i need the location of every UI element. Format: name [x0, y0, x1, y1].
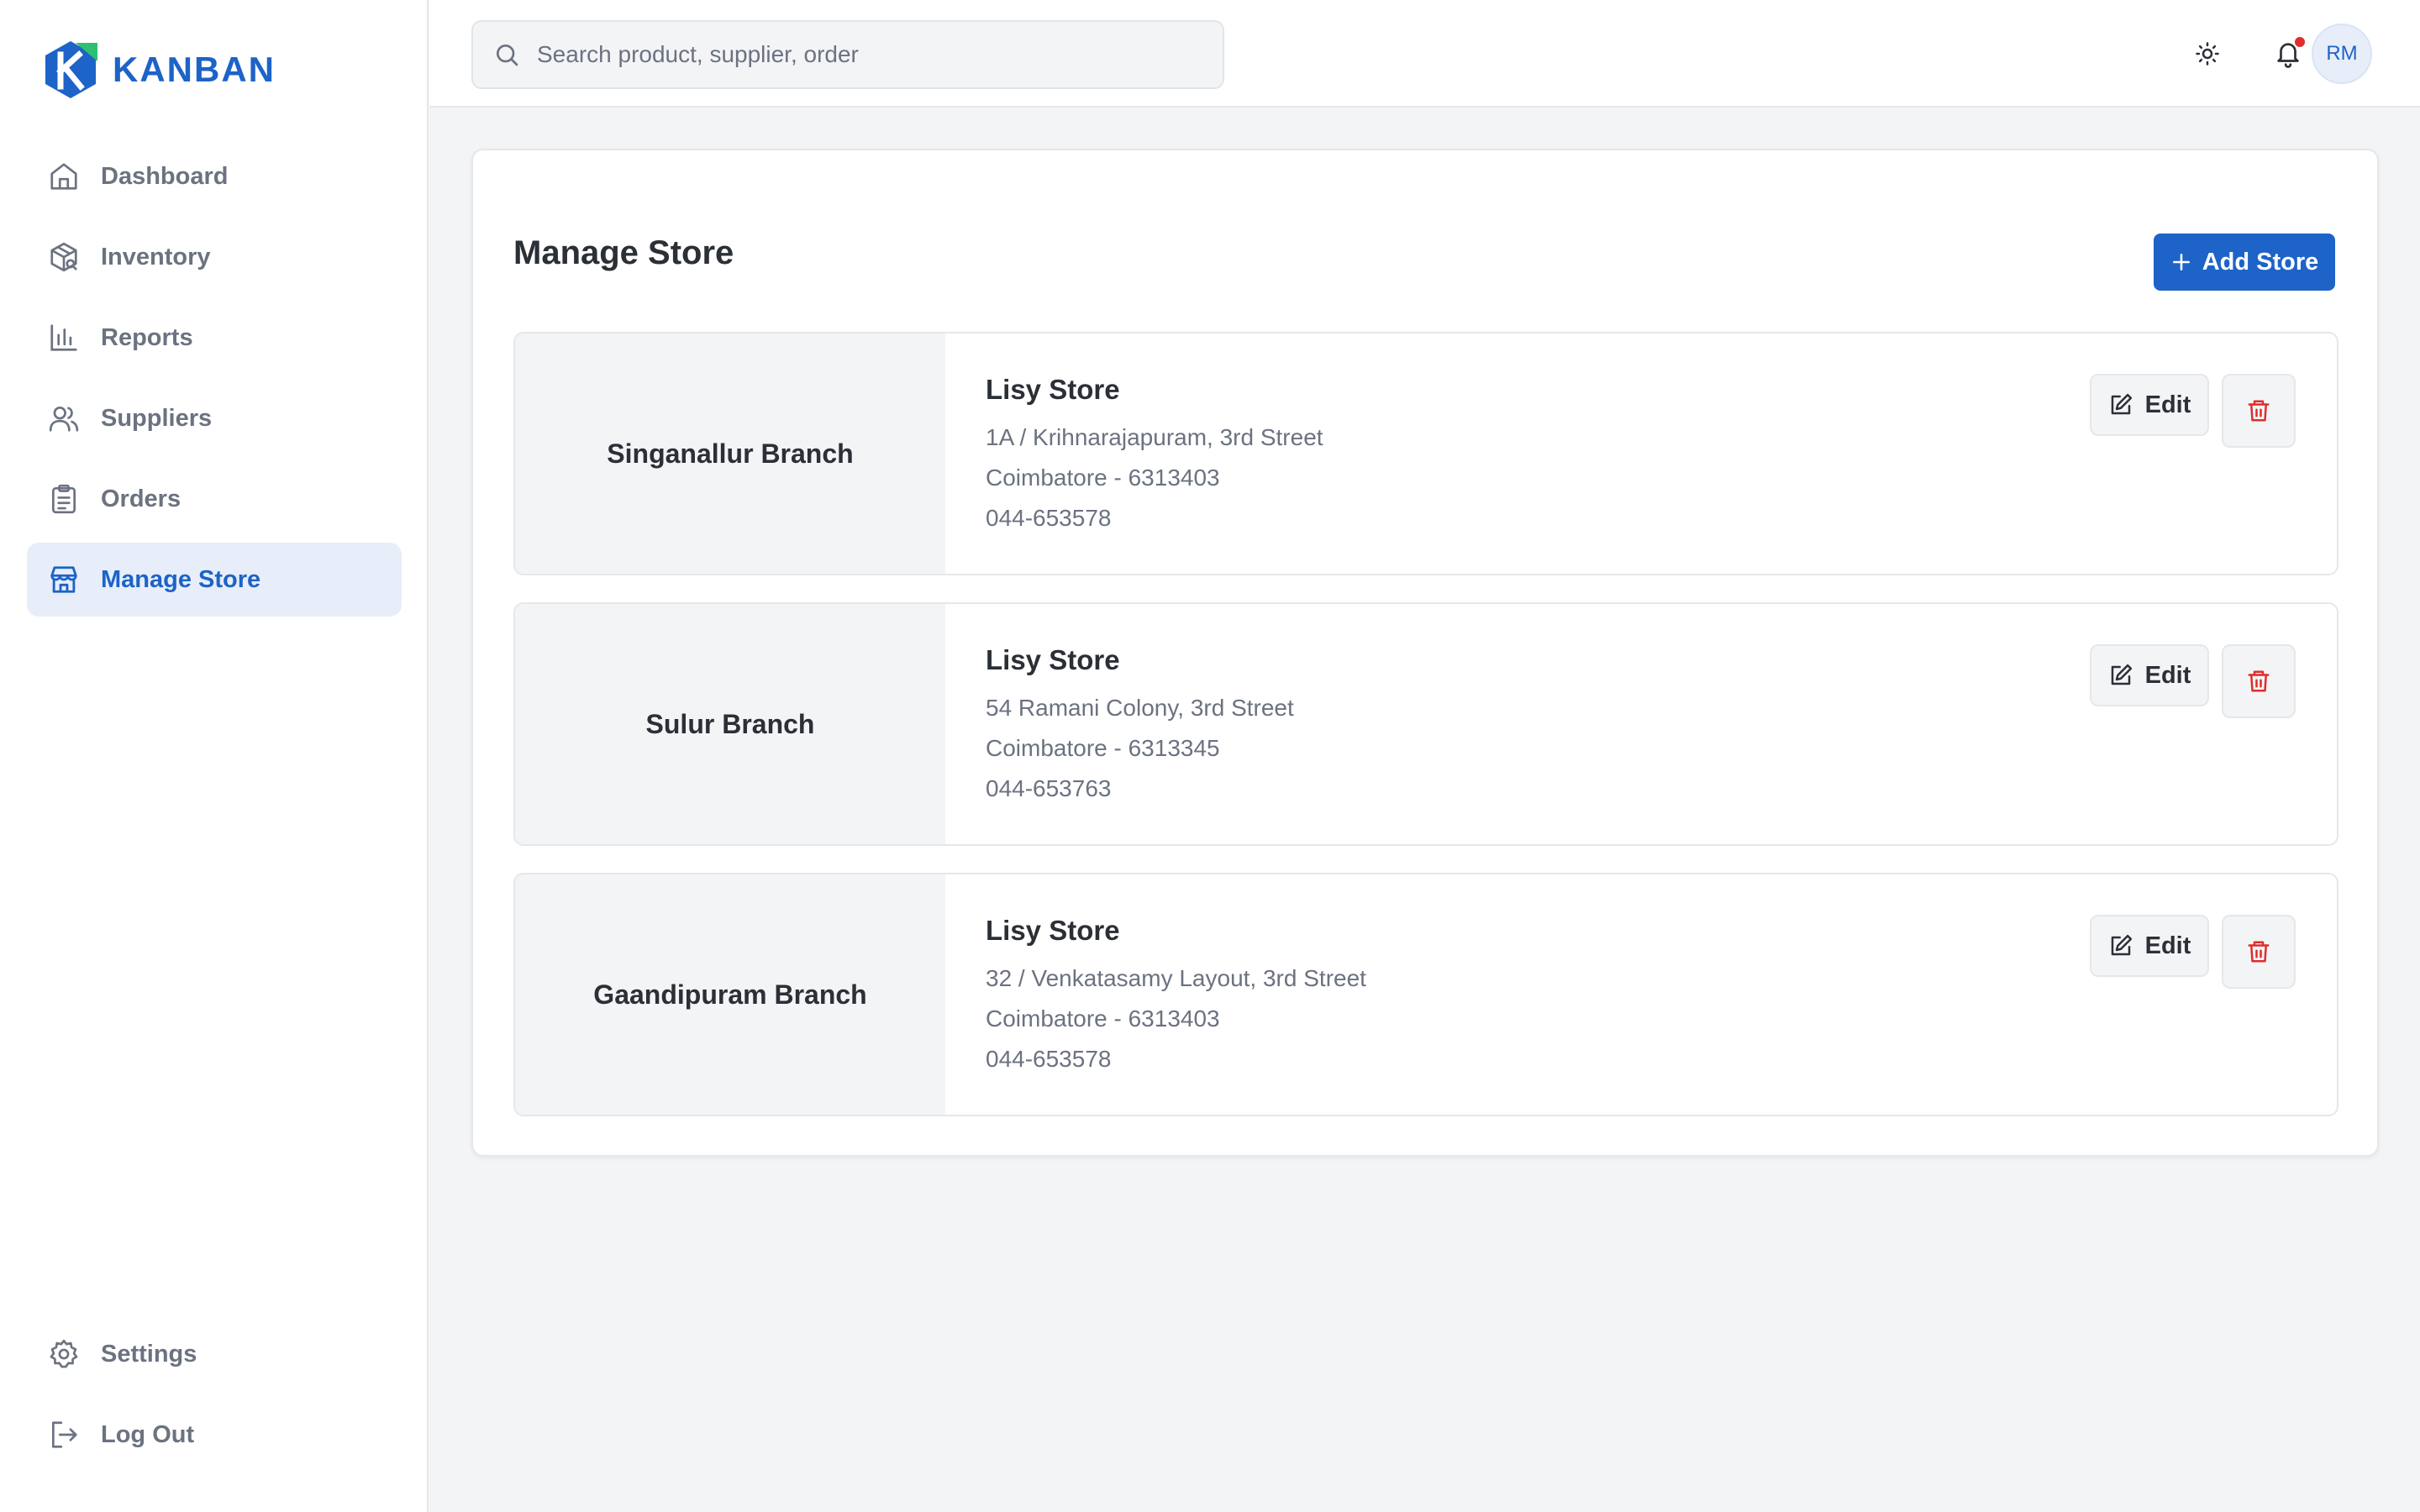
store-details: Lisy Store 1A / Krihnarajapuram, 3rd Str…: [986, 374, 1323, 538]
edit-store-button[interactable]: Edit: [2090, 374, 2209, 436]
sidebar-bottom-nav: Settings Log Out: [27, 1317, 402, 1478]
sidebar-item-manage-store[interactable]: Manage Store: [27, 543, 402, 617]
store-name: Lisy Store: [986, 374, 1120, 405]
sidebar-item-orders[interactable]: Orders: [27, 462, 402, 536]
sidebar-item-label: Log Out: [101, 1420, 195, 1448]
sidebar-item-label: Suppliers: [101, 404, 213, 432]
store-card: Singanallur Branch Lisy Store 1A / Krihn…: [513, 332, 2338, 575]
edit-label: Edit: [2144, 661, 2191, 689]
sidebar-item-label: Orders: [101, 485, 182, 512]
store-city: Coimbatore - 6313403: [986, 1005, 1220, 1032]
package-icon: [47, 240, 81, 274]
search-input[interactable]: [535, 40, 1191, 69]
sidebar-item-settings[interactable]: Settings: [27, 1317, 402, 1391]
store-name: Lisy Store: [986, 915, 1120, 946]
edit-store-button[interactable]: Edit: [2090, 644, 2209, 706]
store-phone: 044-653763: [986, 775, 1112, 801]
home-icon: [47, 160, 81, 193]
store-branch-name: Singanallur Branch: [515, 333, 945, 574]
sidebar-item-label: Dashboard: [101, 162, 229, 190]
sidebar-item-label: Inventory: [101, 243, 211, 270]
sidebar: KANBAN Dashboard Inventory Reports Suppl…: [0, 0, 429, 1512]
edit-icon: [2108, 392, 2133, 417]
store-address: 32 / Venkatasamy Layout, 3rd Street: [986, 965, 1366, 991]
sidebar-item-label: Settings: [101, 1340, 197, 1368]
delete-store-button[interactable]: [2222, 374, 2296, 448]
clipboard-icon: [47, 482, 81, 516]
store-address: 54 Ramani Colony, 3rd Street: [986, 695, 1294, 721]
store-branch-name: Sulur Branch: [515, 604, 945, 844]
store-address: 1A / Krihnarajapuram, 3rd Street: [986, 424, 1323, 450]
trash-icon: [2246, 669, 2271, 694]
delete-store-button[interactable]: [2222, 644, 2296, 718]
app-name: KANBAN: [113, 50, 276, 89]
trash-icon: [2246, 939, 2271, 964]
users-icon: [47, 402, 81, 435]
store-card: Gaandipuram Branch Lisy Store 32 / Venka…: [513, 873, 2338, 1116]
page-title: Manage Store: [513, 234, 734, 271]
sidebar-item-logout[interactable]: Log Out: [27, 1398, 402, 1472]
sidebar-item-dashboard[interactable]: Dashboard: [27, 139, 402, 213]
add-store-label: Add Store: [2202, 248, 2319, 276]
sidebar-item-inventory[interactable]: Inventory: [27, 220, 402, 294]
edit-label: Edit: [2144, 932, 2191, 959]
sidebar-item-label: Reports: [101, 323, 193, 351]
store-city: Coimbatore - 6313403: [986, 465, 1220, 491]
store-name: Lisy Store: [986, 644, 1120, 675]
notifications-button[interactable]: [2261, 27, 2315, 81]
store-icon: [47, 563, 81, 596]
edit-icon: [2108, 933, 2133, 958]
edit-store-button[interactable]: Edit: [2090, 915, 2209, 977]
gear-icon: [47, 1337, 81, 1371]
edit-label: Edit: [2144, 391, 2191, 418]
edit-icon: [2108, 663, 2133, 688]
sidebar-item-reports[interactable]: Reports: [27, 301, 402, 375]
sidebar-item-label: Manage Store: [101, 565, 261, 593]
store-details: Lisy Store 32 / Venkatasamy Layout, 3rd …: [986, 915, 1366, 1079]
app-logo[interactable]: KANBAN: [42, 39, 276, 101]
store-branch-name: Gaandipuram Branch: [515, 874, 945, 1115]
notification-badge: [2293, 35, 2307, 49]
sidebar-nav: Dashboard Inventory Reports Suppliers Or…: [27, 139, 402, 623]
store-city: Coimbatore - 6313345: [986, 735, 1220, 761]
store-phone: 044-653578: [986, 505, 1112, 531]
top-bar: RM: [429, 0, 2420, 108]
store-details: Lisy Store 54 Ramani Colony, 3rd Street …: [986, 644, 1294, 809]
store-card: Sulur Branch Lisy Store 54 Ramani Colony…: [513, 602, 2338, 846]
search-box[interactable]: [471, 20, 1224, 89]
delete-store-button[interactable]: [2222, 915, 2296, 989]
avatar-initials: RM: [2326, 42, 2358, 65]
theme-toggle-button[interactable]: [2181, 27, 2234, 81]
sidebar-item-suppliers[interactable]: Suppliers: [27, 381, 402, 455]
manage-store-panel: Manage Store Add Store Singanallur Branc…: [471, 149, 2379, 1157]
store-phone: 044-653578: [986, 1046, 1112, 1072]
plus-icon: [2170, 251, 2192, 273]
sun-icon: [2195, 41, 2220, 66]
bar-chart-icon: [47, 321, 81, 354]
avatar[interactable]: RM: [2312, 24, 2372, 84]
add-store-button[interactable]: Add Store: [2154, 234, 2335, 291]
kanban-logo-icon: [45, 41, 97, 98]
logout-icon: [47, 1418, 81, 1452]
search-icon: [493, 41, 520, 68]
trash-icon: [2246, 398, 2271, 423]
